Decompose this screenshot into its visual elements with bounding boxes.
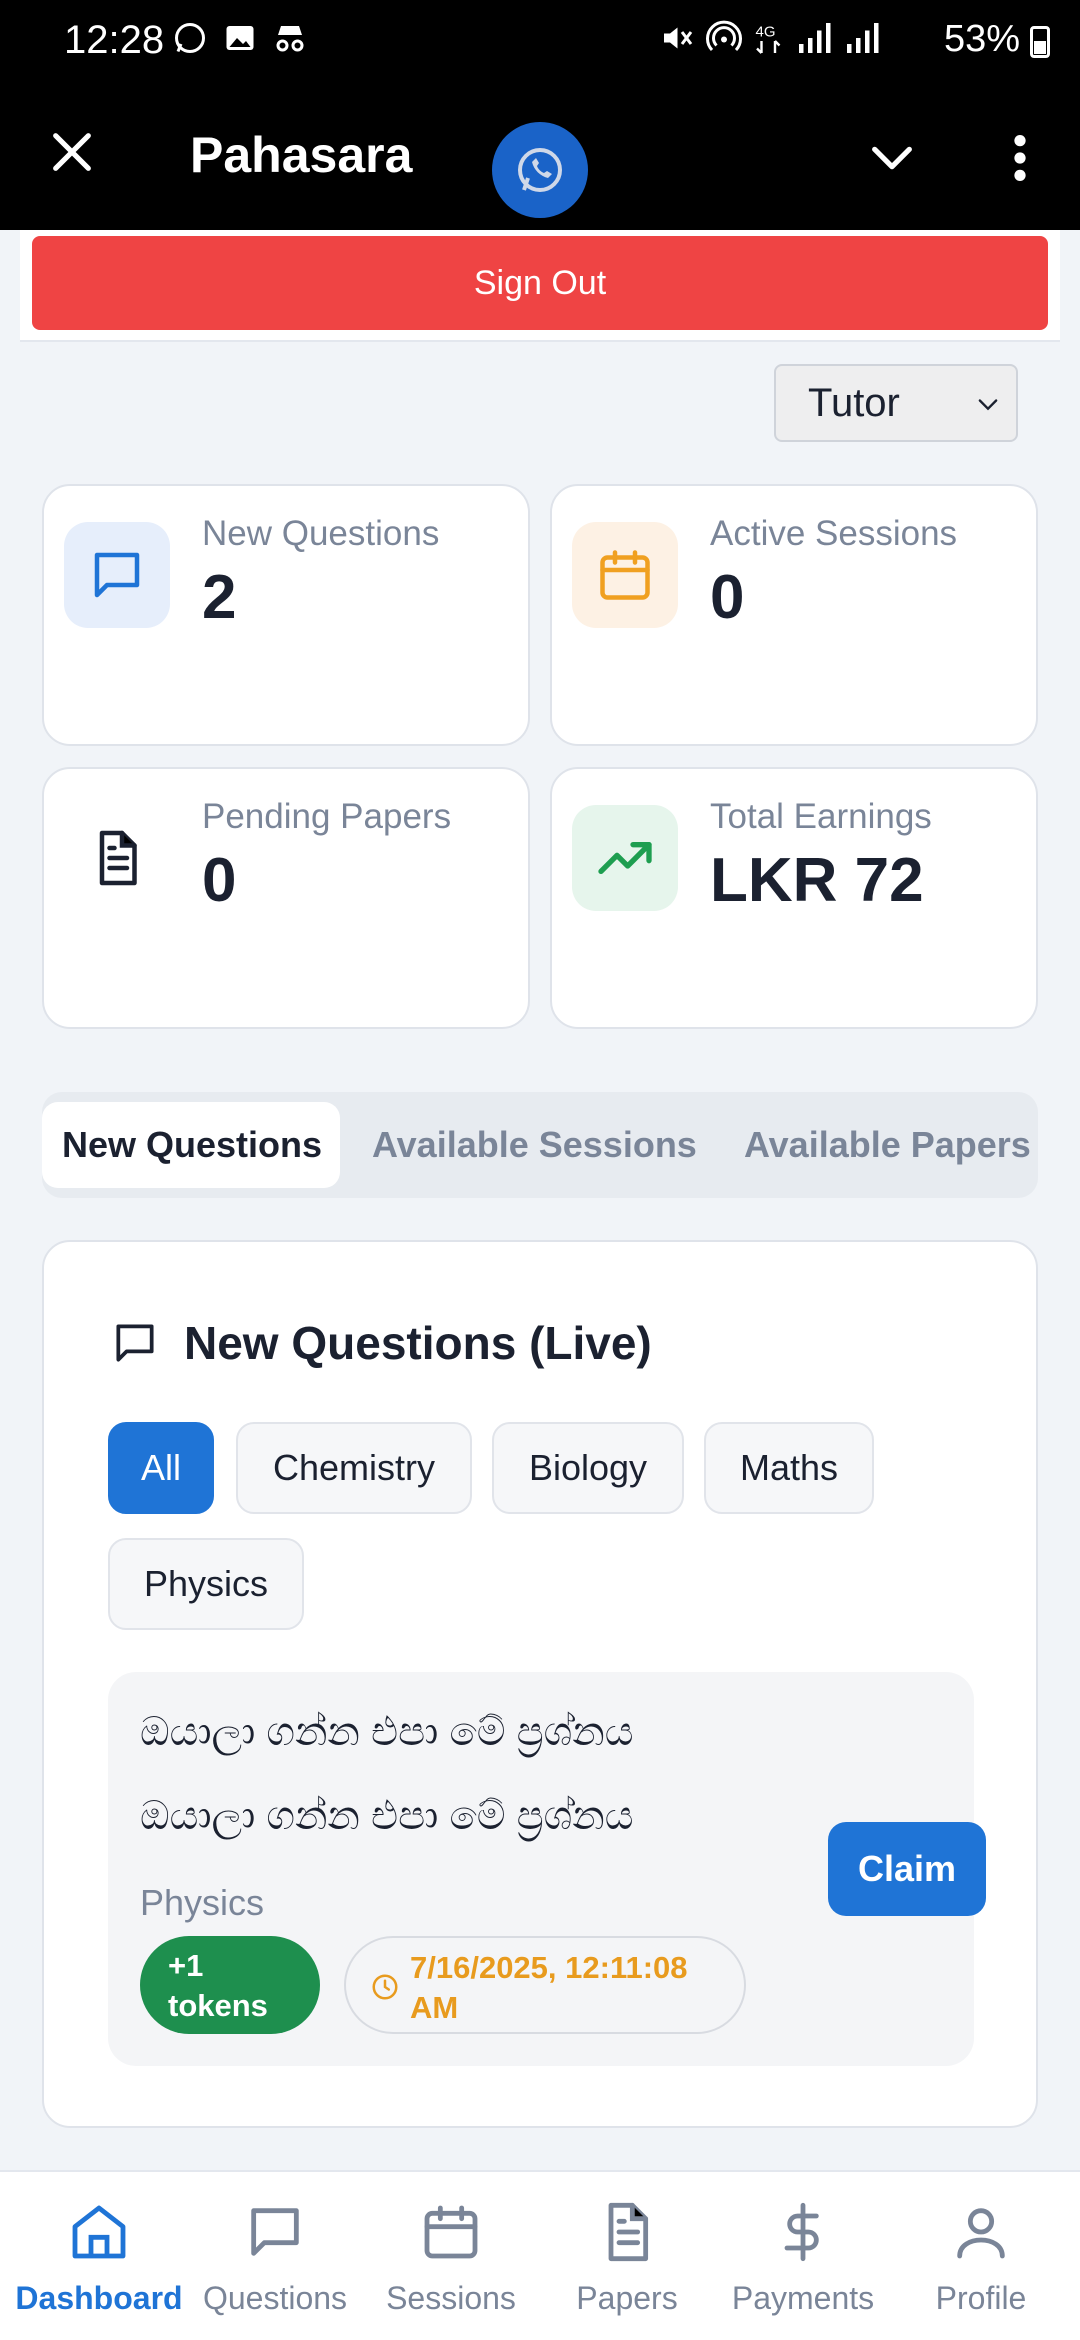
- stat-card-active-sessions: Active Sessions 0: [550, 484, 1038, 746]
- chevron-down-icon[interactable]: [866, 132, 918, 184]
- tab-bar: New Questions Available Sessions Availab…: [42, 1092, 1038, 1198]
- stat-icon-bg: [572, 805, 678, 911]
- status-notification-icons: [172, 20, 308, 56]
- stat-label: Active Sessions: [710, 514, 958, 553]
- stat-card-total-earnings: Total Earnings LKR 72: [550, 767, 1038, 1029]
- timestamp-badge: 7/16/2025, 12:11:08 AM: [344, 1936, 746, 2034]
- clock-icon: [372, 1974, 398, 2000]
- battery-icon: [1030, 26, 1050, 58]
- nav-dashboard[interactable]: Dashboard: [14, 2200, 184, 2330]
- signal-icon: [799, 23, 831, 53]
- stat-card-new-questions: New Questions 2: [42, 484, 530, 746]
- nav-papers[interactable]: Papers: [542, 2200, 712, 2330]
- svg-text:4G: 4G: [756, 24, 776, 41]
- nav-profile[interactable]: Profile: [896, 2200, 1066, 2330]
- stat-value: 0: [202, 846, 237, 915]
- calendar-icon: [424, 2205, 478, 2259]
- nav-label: Sessions: [386, 2280, 516, 2316]
- tab-available-papers[interactable]: Available Papers: [744, 1102, 1038, 1188]
- filter-chip-chemistry[interactable]: Chemistry: [236, 1422, 472, 1514]
- chevron-down-icon: [978, 399, 998, 411]
- status-time: 12:28: [64, 18, 165, 62]
- bottom-nav: Dashboard Questions Sessions Papers Paym…: [0, 2170, 1080, 2340]
- timestamp-date: 7/16/2025, 12:11:08: [410, 1950, 688, 1985]
- nav-sessions[interactable]: Sessions: [366, 2200, 536, 2330]
- trending-up-icon: [598, 842, 652, 874]
- filter-chip-physics[interactable]: Physics: [108, 1538, 304, 1630]
- file-text-icon: [608, 2202, 649, 2262]
- calendar-icon: [600, 550, 650, 600]
- stat-card-pending-papers: Pending Papers 0: [42, 767, 530, 1029]
- message-square-icon: [94, 552, 140, 598]
- token-badge: +1 tokens: [140, 1936, 320, 2034]
- app-title: Pahasara: [190, 127, 413, 183]
- message-square-icon: [116, 1324, 154, 1362]
- file-text-icon: [99, 830, 137, 886]
- stat-icon-bg: [64, 805, 170, 911]
- question-body: ඔයාලා ගන්න එපා මේ ප්‍රශ්නය: [140, 1794, 634, 1838]
- claim-button[interactable]: Claim: [828, 1822, 986, 1916]
- whatsapp-icon: [518, 148, 562, 192]
- nav-label: Papers: [576, 2280, 678, 2316]
- status-system-icons: 4G: [658, 20, 880, 56]
- status-bar: 12:28 4G 53%: [0, 0, 1080, 80]
- user-icon: [957, 2208, 1005, 2259]
- filter-chip-maths[interactable]: Maths: [704, 1422, 874, 1514]
- stat-value: 2: [202, 563, 237, 632]
- question-title: ඔයාලා ගන්න එපා මේ ප්‍රශ්නය: [140, 1710, 634, 1754]
- close-icon[interactable]: [44, 124, 100, 180]
- role-select-value: Tutor: [808, 381, 900, 425]
- token-badge-amount: +1: [168, 1948, 204, 1983]
- network-4g-icon: 4G: [756, 24, 781, 54]
- signal-icon-2: [847, 23, 879, 53]
- stat-icon-bg: [64, 522, 170, 628]
- stat-label: Total Earnings: [710, 797, 932, 836]
- question-card: ඔයාලා ගන්න එපා මේ ප්‍රශ්නය ඔයාලා ගන්න එප…: [108, 1672, 986, 2066]
- message-square-icon: [251, 2208, 299, 2256]
- battery-percentage: 53%: [943, 18, 1020, 60]
- home-icon: [72, 2205, 126, 2259]
- stat-value: 0: [710, 563, 745, 632]
- more-vertical-icon[interactable]: [1000, 132, 1040, 184]
- app-bar: Pahasara: [0, 80, 1080, 230]
- mute-icon: [664, 27, 693, 49]
- token-badge-unit: tokens: [168, 1988, 268, 2023]
- filter-chip-all[interactable]: All: [108, 1422, 214, 1514]
- incognito-icon: [276, 26, 304, 52]
- panel-title: New Questions (Live): [184, 1317, 652, 1369]
- nav-label: Questions: [202, 2280, 348, 2316]
- nav-label: Profile: [935, 2280, 1027, 2316]
- stat-icon-bg: [572, 522, 678, 628]
- nav-payments[interactable]: Payments: [718, 2200, 888, 2330]
- filter-chip-biology[interactable]: Biology: [492, 1422, 684, 1514]
- nav-questions[interactable]: Questions: [190, 2200, 360, 2330]
- new-questions-panel: New Questions (Live) All Chemistry Biolo…: [42, 1240, 1038, 2128]
- stat-label: New Questions: [202, 514, 440, 553]
- whatsapp-notification-icon: [175, 23, 205, 53]
- sign-out-container: Sign Out: [20, 230, 1060, 342]
- hotspot-icon: [706, 20, 742, 52]
- whatsapp-button[interactable]: [492, 122, 588, 218]
- question-subject: Physics: [140, 1882, 265, 1923]
- timestamp-ampm: AM: [410, 1990, 459, 2025]
- image-notification-icon: [226, 26, 254, 50]
- stat-label: Pending Papers: [202, 797, 452, 836]
- role-select[interactable]: Tutor: [774, 364, 1018, 442]
- tab-available-sessions[interactable]: Available Sessions: [372, 1102, 712, 1188]
- tab-new-questions[interactable]: New Questions: [42, 1102, 340, 1188]
- dollar-sign-icon: [784, 2202, 819, 2262]
- sign-out-button[interactable]: Sign Out: [32, 236, 1048, 330]
- stat-value: LKR 72: [710, 846, 924, 915]
- nav-label: Payments: [731, 2280, 875, 2316]
- nav-label: Dashboard: [15, 2280, 183, 2316]
